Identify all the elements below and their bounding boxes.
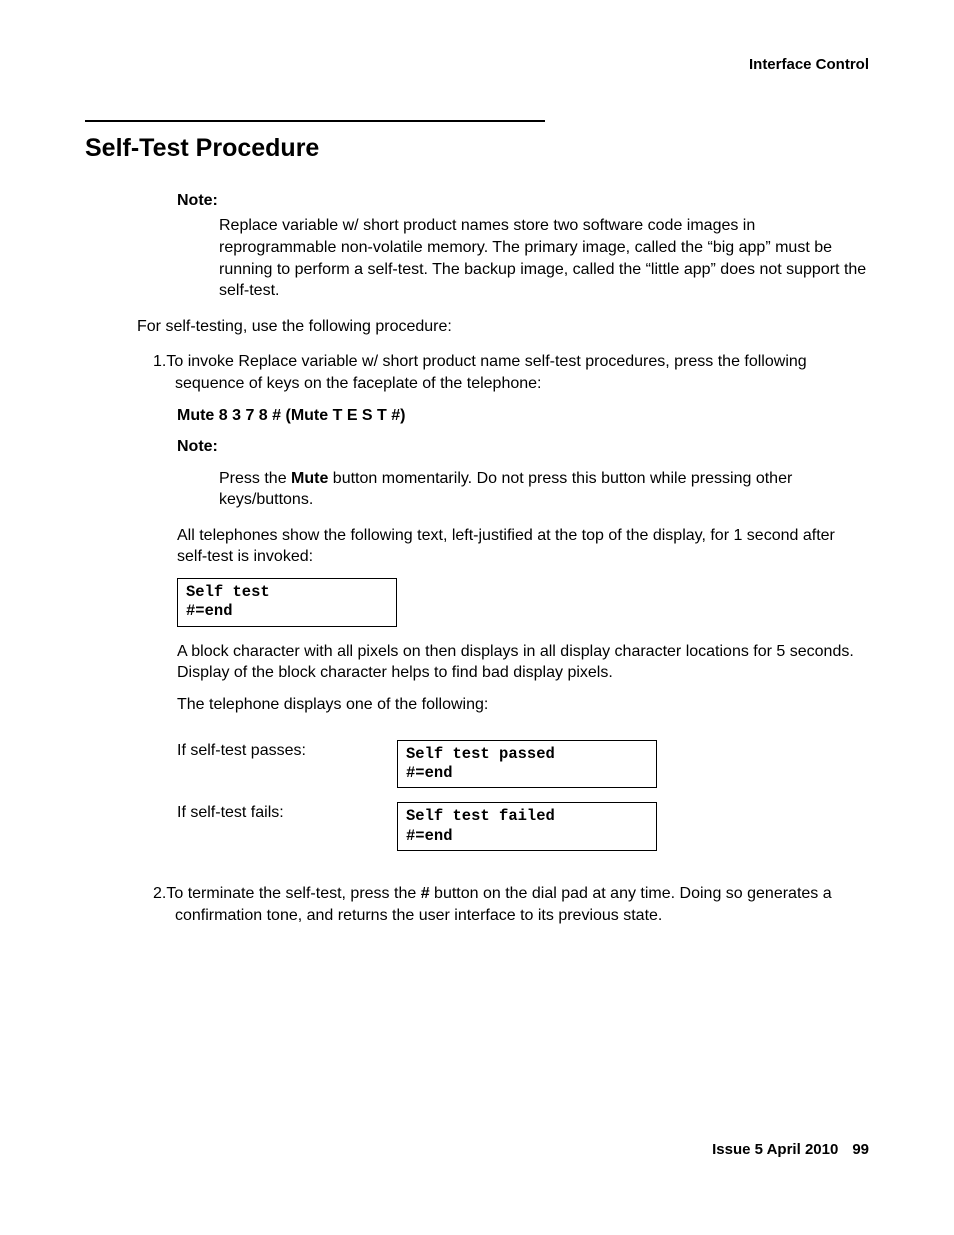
fail-label: If self-test fails: xyxy=(177,802,397,851)
note-label-1: Note: xyxy=(177,190,869,212)
key-sequence: Mute 8 3 7 8 # (Mute T E S T #) xyxy=(177,405,869,427)
note2-bold: Mute xyxy=(291,470,328,487)
step-2-bold: # xyxy=(421,885,430,902)
pass-label: If self-test passes: xyxy=(177,740,397,789)
note2-a: Press the xyxy=(219,470,291,487)
footer-issue: Issue 5 April 2010 xyxy=(712,1141,838,1158)
page-footer: Issue 5 April 2010 99 xyxy=(712,1140,869,1160)
fail-box-cell: Self test failed #=end xyxy=(397,802,657,851)
step-1-num: 1. xyxy=(153,353,166,370)
after-note-text: All telephones show the following text, … xyxy=(177,525,869,568)
step-1-text: To invoke Replace variable w/ short prod… xyxy=(166,353,806,392)
result-row-pass: If self-test passes: Self test passed #=… xyxy=(177,740,657,789)
section-title: Self-Test Procedure xyxy=(85,132,869,166)
step-1: 1.To invoke Replace variable w/ short pr… xyxy=(153,351,869,394)
note-label-2: Note: xyxy=(177,436,869,458)
section-rule xyxy=(85,120,545,122)
result-table: If self-test passes: Self test passed #=… xyxy=(177,726,657,866)
block-char-text: A block character with all pixels on the… xyxy=(177,641,869,684)
fail-code: Self test failed #=end xyxy=(397,802,657,851)
step-2: 2.To terminate the self-test, press the … xyxy=(153,883,869,926)
result-row-fail: If self-test fails: Self test failed #=e… xyxy=(177,802,657,851)
footer-page: 99 xyxy=(852,1141,869,1158)
intro-text: For self-testing, use the following proc… xyxy=(137,316,869,338)
step-2-a: To terminate the self-test, press the xyxy=(166,885,420,902)
step-2-num: 2. xyxy=(153,885,166,902)
note-body-2: Press the Mute button momentarily. Do no… xyxy=(219,468,869,511)
displays-one-text: The telephone displays one of the follow… xyxy=(177,694,869,716)
display-code-initial: Self test #=end xyxy=(177,578,397,627)
note-body-1: Replace variable w/ short product names … xyxy=(219,215,869,301)
pass-code: Self test passed #=end xyxy=(397,740,657,789)
running-header: Interface Control xyxy=(749,55,869,75)
pass-box-cell: Self test passed #=end xyxy=(397,740,657,789)
